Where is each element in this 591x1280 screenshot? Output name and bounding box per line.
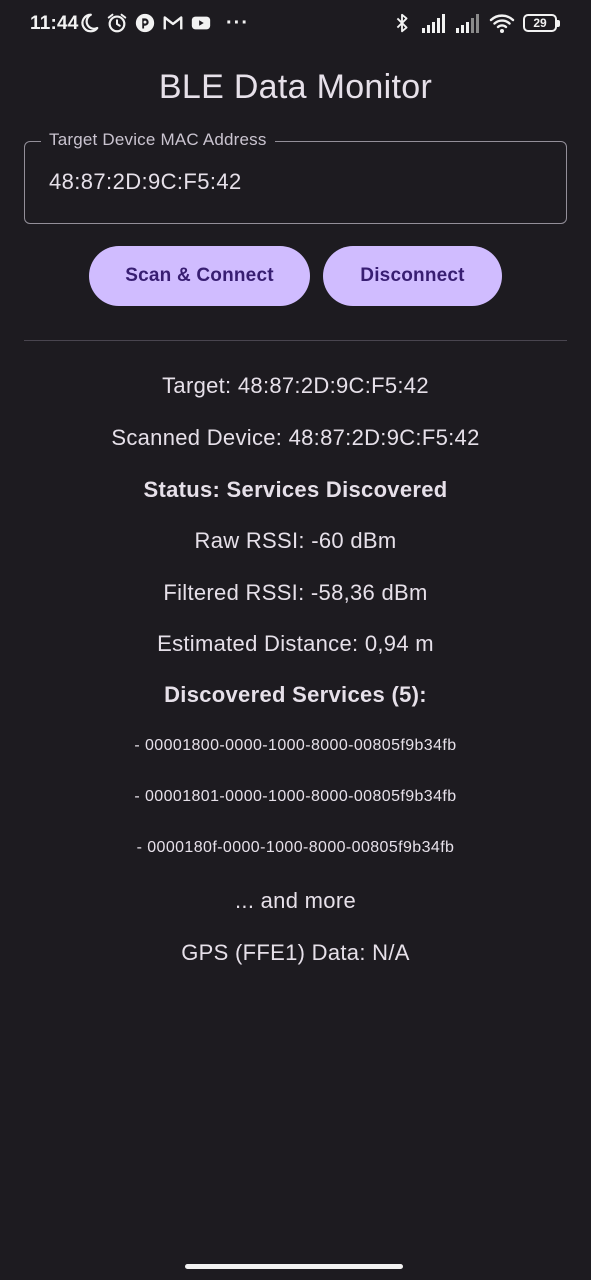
page-title: BLE Data Monitor <box>158 68 433 106</box>
battery-icon: 29 <box>523 14 560 32</box>
divider <box>24 340 567 341</box>
target-text: Target: 48:87:2D:9C:F5:42 <box>162 373 429 398</box>
gmail-icon <box>162 12 184 34</box>
service-item: - 0000180f-0000-1000-8000-00805f9b34fb <box>136 839 455 856</box>
mac-address-field[interactable]: Target Device MAC Address 48:87:2D:9C:F5… <box>24 130 567 224</box>
mac-address-label: Target Device MAC Address <box>41 130 275 150</box>
service-item: - 00001800-0000-1000-8000-00805f9b34fb <box>134 737 457 754</box>
signal-icon <box>421 12 447 34</box>
overflow-dots: ··· <box>226 12 249 34</box>
mac-address-input[interactable]: 48:87:2D:9C:F5:42 <box>49 169 242 195</box>
raw-rssi-text: Raw RSSI: -60 dBm <box>194 528 397 553</box>
home-indicator[interactable] <box>185 1264 403 1269</box>
bluetooth-icon <box>391 12 413 34</box>
scan-connect-button[interactable]: Scan & Connect <box>89 246 310 306</box>
status-bar: 11:44 ··· 29 <box>0 0 591 48</box>
status-time: 11:44 <box>30 13 79 34</box>
disconnect-button[interactable]: Disconnect <box>323 246 502 306</box>
app-icon <box>134 12 156 34</box>
services-heading: Discovered Services (5): <box>164 682 427 707</box>
scanned-device-text: Scanned Device: 48:87:2D:9C:F5:42 <box>111 425 480 450</box>
distance-text: Estimated Distance: 0,94 m <box>157 631 434 656</box>
signal-icon <box>455 12 481 34</box>
status-right-icons: 29 <box>391 12 560 34</box>
youtube-icon <box>190 12 212 34</box>
battery-level: 29 <box>533 16 547 30</box>
status-left-icons: ··· <box>78 12 249 34</box>
filtered-rssi-text: Filtered RSSI: -58,36 dBm <box>163 580 428 605</box>
status-text: Status: Services Discovered <box>143 477 448 502</box>
more-services-text: ... and more <box>235 888 356 913</box>
moon-icon <box>78 12 100 34</box>
gps-data-text: GPS (FFE1) Data: N/A <box>181 940 410 965</box>
alarm-icon <box>106 12 128 34</box>
wifi-icon <box>489 12 515 34</box>
service-item: - 00001801-0000-1000-8000-00805f9b34fb <box>134 788 457 805</box>
